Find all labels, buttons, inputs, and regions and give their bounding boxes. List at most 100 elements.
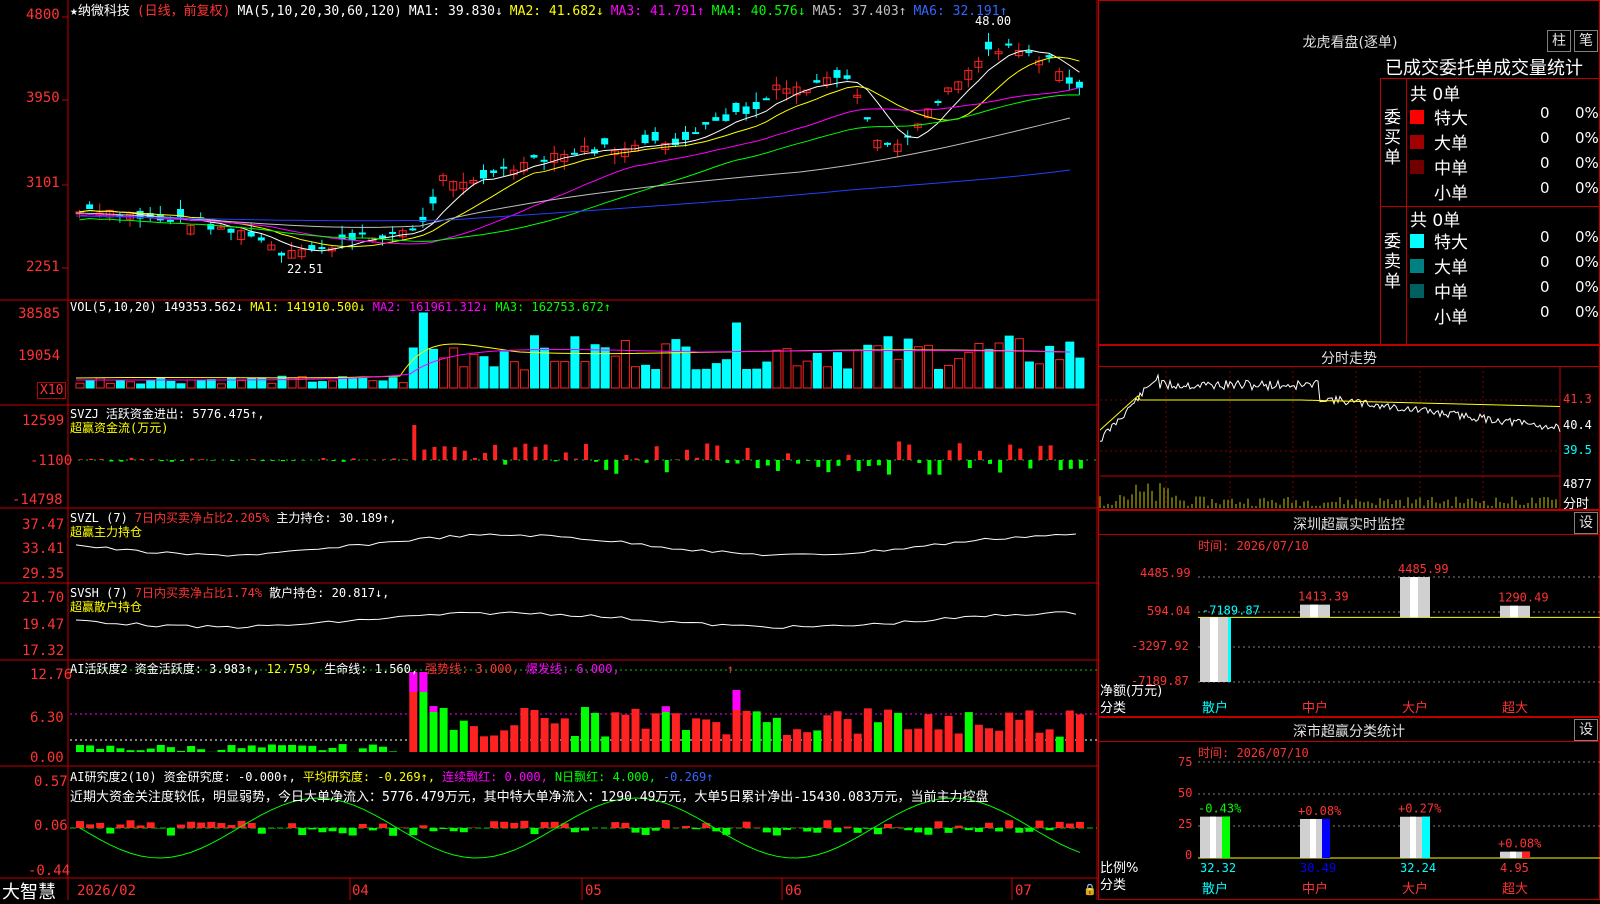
ai-research-bar bbox=[167, 828, 175, 836]
ai-research-bar bbox=[813, 828, 821, 833]
svzj-bar bbox=[342, 460, 346, 462]
volume-bar bbox=[985, 350, 993, 388]
svzj-bar bbox=[160, 460, 164, 461]
volume-bar bbox=[1025, 362, 1033, 388]
candle-body bbox=[258, 237, 265, 240]
ai-activity-peak bbox=[733, 690, 741, 710]
vol-unit-badge[interactable]: X10 bbox=[37, 382, 66, 399]
candle-body bbox=[601, 138, 608, 144]
ai-research-bar bbox=[510, 823, 518, 828]
sell-order-pct: 0% bbox=[1575, 278, 1599, 296]
intraday-axis-label-1: 41.3 bbox=[1563, 392, 1592, 406]
volume-bar bbox=[318, 382, 326, 388]
volume-bar bbox=[541, 348, 549, 388]
svzj-bar bbox=[837, 460, 841, 466]
svzj-axis-label-1: 12599 bbox=[22, 413, 64, 429]
svzj-bar bbox=[392, 458, 396, 460]
ai-activity-bar bbox=[894, 713, 902, 752]
volume-bar bbox=[682, 347, 690, 388]
ai-research-bar bbox=[177, 825, 185, 828]
svzj-bar bbox=[1039, 446, 1043, 460]
ai-research-nred: N日飘红: 4.000, bbox=[555, 770, 656, 784]
ai-research-bar bbox=[450, 828, 458, 831]
lock-icon[interactable]: 🔒 bbox=[1083, 883, 1097, 896]
order-tabs[interactable]: 已成交委托单成交量统计 bbox=[1385, 54, 1583, 80]
svzj-bar bbox=[140, 459, 144, 460]
volume-bar bbox=[914, 347, 922, 388]
ai-activity-bar bbox=[813, 730, 821, 752]
ai-activity-bar bbox=[96, 749, 104, 752]
svzj-bar bbox=[483, 453, 487, 460]
volume-bar bbox=[228, 378, 236, 388]
ai-activity-bar bbox=[945, 716, 953, 752]
divider bbox=[1098, 741, 1600, 742]
ai-activity-bar bbox=[1056, 737, 1064, 752]
divider bbox=[1098, 366, 1600, 367]
divider bbox=[1380, 78, 1381, 345]
bar-mode-button[interactable]: 柱 bbox=[1547, 30, 1571, 52]
ai-activity-bar bbox=[975, 725, 983, 752]
period-label[interactable]: (日线，前复权) bbox=[137, 4, 231, 19]
svzj-bar bbox=[231, 460, 235, 461]
ai-activity-bar bbox=[470, 726, 478, 752]
ai-activity-bar bbox=[884, 710, 892, 752]
ai-activity-bar bbox=[510, 725, 518, 752]
volume-bar bbox=[813, 353, 821, 388]
stock-name[interactable]: 纳微科技 bbox=[78, 4, 130, 19]
ai-activity-bar bbox=[561, 718, 569, 752]
sell-order-qty: 0 bbox=[1540, 228, 1550, 246]
candle-body bbox=[682, 132, 689, 140]
candle-body bbox=[743, 106, 750, 113]
volume-bar bbox=[591, 345, 599, 388]
ai-activity-bar bbox=[137, 750, 145, 752]
ai-research-bar bbox=[430, 828, 438, 831]
svzj-bar bbox=[877, 460, 881, 465]
ai-activity-bar bbox=[682, 730, 690, 752]
monitor-settings-button[interactable]: 设 bbox=[1574, 512, 1598, 534]
sell-order-swatch bbox=[1410, 284, 1424, 298]
ai-research-bar bbox=[258, 828, 266, 834]
divider bbox=[1380, 78, 1600, 79]
ai-research-bar bbox=[1015, 828, 1023, 833]
classify-title: 深市超赢分类统计 bbox=[1098, 721, 1600, 741]
svzj-bar bbox=[705, 444, 709, 460]
candle-body bbox=[702, 122, 709, 125]
candles bbox=[76, 33, 1083, 263]
ai-activity-bar bbox=[571, 736, 579, 752]
ai-activity-bar bbox=[440, 708, 448, 752]
ai-research-bar bbox=[106, 828, 114, 834]
pen-mode-button[interactable]: 笔 bbox=[1574, 30, 1598, 52]
ai-activity-bar bbox=[601, 736, 609, 752]
ai-activity-bar bbox=[167, 747, 175, 752]
candle-body bbox=[712, 117, 719, 121]
kline-chart-area[interactable] bbox=[0, 0, 1100, 900]
ai-activity-bar bbox=[228, 745, 236, 752]
ma5-line bbox=[76, 118, 1070, 227]
candle-body bbox=[167, 220, 174, 222]
candle-body bbox=[430, 197, 437, 204]
classify-settings-button[interactable]: 设 bbox=[1574, 719, 1598, 741]
volume-bar bbox=[1076, 358, 1084, 388]
classify-axis-sub: 分类 bbox=[1100, 874, 1126, 893]
volume-bar bbox=[854, 350, 862, 388]
favorite-star-icon[interactable]: ★ bbox=[70, 4, 78, 19]
sell-order-swatch bbox=[1410, 259, 1424, 273]
ai-research-bar bbox=[894, 827, 902, 828]
sell-order-qty: 0 bbox=[1540, 253, 1550, 271]
volume-bar bbox=[510, 362, 518, 388]
volume-bar bbox=[611, 356, 619, 388]
ai-research-bar bbox=[298, 828, 306, 835]
ai-activity-bar bbox=[1015, 720, 1023, 752]
ai-research-bar bbox=[329, 828, 337, 831]
volume-bar bbox=[874, 346, 882, 388]
svzj-bar bbox=[130, 458, 134, 460]
sell-order-pct: 0% bbox=[1575, 228, 1599, 246]
sell-order-name: 特大 bbox=[1434, 228, 1468, 253]
buy-order-pct: 0% bbox=[1575, 104, 1599, 122]
svzj-bar bbox=[1008, 445, 1012, 460]
candle-body bbox=[1046, 55, 1053, 57]
candle-body bbox=[733, 103, 740, 112]
svzj-bar bbox=[1059, 460, 1063, 470]
candle-body bbox=[1005, 44, 1012, 46]
svzj-bar bbox=[89, 459, 93, 460]
